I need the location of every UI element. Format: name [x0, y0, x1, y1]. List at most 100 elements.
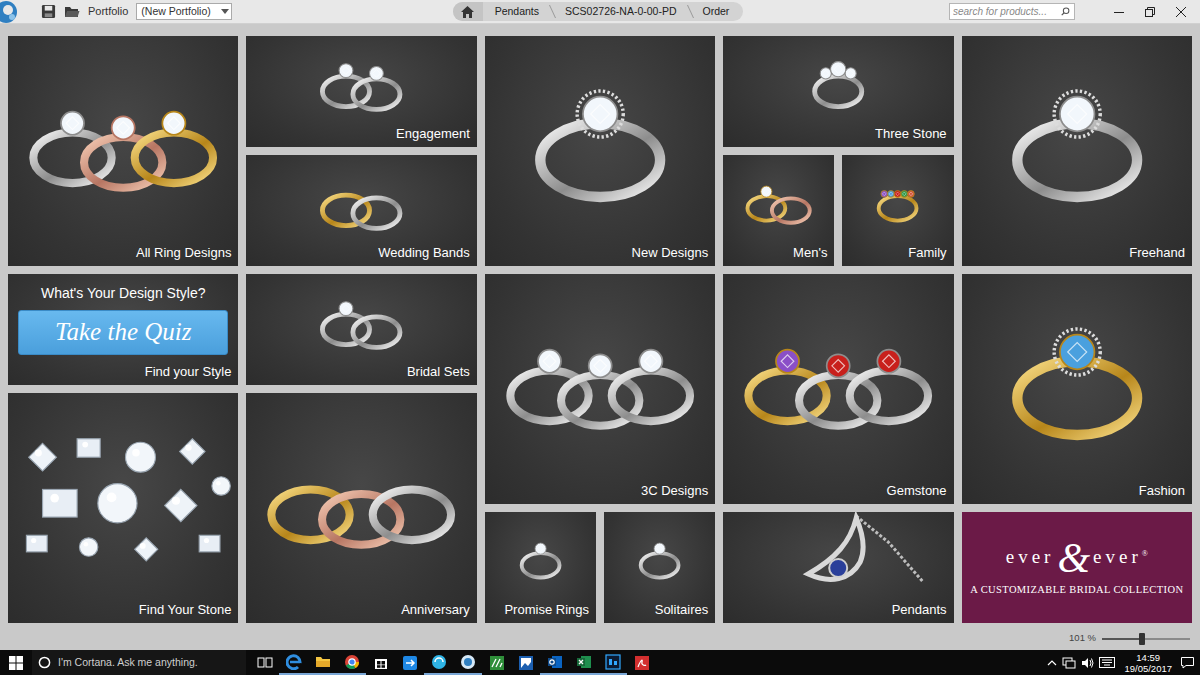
- ring-image: [485, 274, 715, 483]
- tile-label: Men's: [723, 245, 834, 266]
- taskbar-app[interactable]: [424, 650, 453, 675]
- image-app-icon: [518, 655, 534, 671]
- volume-icon[interactable]: [1081, 657, 1094, 669]
- brand-tile[interactable]: ever&ever®A CUSTOMIZABLE BRIDAL COLLECTI…: [962, 512, 1192, 623]
- category-tile[interactable]: Engagement: [246, 36, 476, 147]
- category-tile[interactable]: New Designs: [485, 36, 715, 266]
- store-icon: [373, 655, 389, 671]
- take-quiz-button[interactable]: Take the Quiz: [18, 310, 228, 355]
- category-tile[interactable]: Promise Rings: [485, 512, 596, 623]
- ring-image: [246, 155, 476, 245]
- photoshop-icon: [605, 654, 621, 670]
- tile-label: Find Your Stone: [8, 602, 238, 623]
- quiz-tile[interactable]: What's Your Design Style?Take the QuizFi…: [8, 274, 238, 385]
- tile-label: Three Stone: [723, 126, 953, 147]
- category-tile[interactable]: All Ring Designs: [8, 36, 238, 266]
- ring-image: [723, 155, 834, 245]
- tile-label: Pendants: [723, 602, 953, 623]
- category-tile[interactable]: Find Your Stone: [8, 393, 238, 623]
- breadcrumb-item[interactable]: Pendants: [483, 2, 553, 21]
- folder-icon: [64, 5, 80, 19]
- taskbar-app[interactable]: [250, 650, 279, 675]
- taskbar-app[interactable]: [308, 650, 337, 675]
- chrome-icon: [344, 654, 360, 670]
- taskbar-app[interactable]: [279, 650, 308, 675]
- search-box: [949, 3, 1075, 20]
- breadcrumb-item[interactable]: Order: [691, 2, 744, 21]
- portfolio-select[interactable]: (New Portfolio): [136, 3, 232, 21]
- close-button[interactable]: [1165, 1, 1196, 23]
- ring-image: [246, 393, 476, 602]
- tile-label: Find your Style: [8, 364, 238, 385]
- zoom-slider[interactable]: [1102, 638, 1190, 640]
- ring-image: [246, 36, 476, 126]
- search-input[interactable]: [950, 4, 1061, 19]
- save-button[interactable]: [38, 2, 58, 22]
- close-icon: [1176, 7, 1186, 17]
- minimize-icon: [1114, 7, 1124, 17]
- clock-time: 14:59: [1124, 652, 1172, 663]
- zoom-reading: 101 %: [1069, 631, 1096, 645]
- countersketch-icon: [460, 654, 476, 670]
- search-icon[interactable]: [1061, 6, 1070, 17]
- spacer: [8, 355, 238, 364]
- network-icon[interactable]: [1062, 657, 1076, 669]
- tile-label: Engagement: [246, 126, 476, 147]
- taskbar-app[interactable]: [337, 650, 366, 675]
- clock[interactable]: 14:5919/05/2017: [1120, 652, 1176, 674]
- category-tile[interactable]: Fashion: [962, 274, 1192, 504]
- taskbar-app[interactable]: [540, 650, 569, 675]
- portfolio-value: (New Portfolio): [141, 4, 210, 20]
- minimize-button[interactable]: [1103, 1, 1134, 23]
- category-tile[interactable]: Solitaires: [604, 512, 715, 623]
- taskbar-app[interactable]: [482, 650, 511, 675]
- tile-label: Promise Rings: [485, 602, 596, 623]
- breadcrumb: PendantsSCS02726-NA-0-00-PDOrder: [453, 2, 744, 21]
- category-tile[interactable]: Anniversary: [246, 393, 476, 623]
- brand-logo: ever&ever®: [1006, 538, 1148, 578]
- taskbar-app[interactable]: [395, 650, 424, 675]
- category-tile[interactable]: Three Stone: [723, 36, 953, 147]
- show-hidden-icons-icon[interactable]: [1047, 658, 1057, 668]
- green-app-icon: [489, 655, 505, 671]
- category-tile[interactable]: 3C Designs: [485, 274, 715, 504]
- tile-label: Anniversary: [246, 602, 476, 623]
- taskbar-app[interactable]: [511, 650, 540, 675]
- brand-word: ever: [1006, 543, 1055, 572]
- taskbar-app[interactable]: [366, 650, 395, 675]
- taskbar-app[interactable]: [569, 650, 598, 675]
- category-tile[interactable]: Wedding Bands: [246, 155, 476, 266]
- windows-logo-icon: [9, 656, 23, 670]
- keyboard-icon[interactable]: [1099, 657, 1115, 668]
- tile-label: Gemstone: [723, 483, 953, 504]
- open-button[interactable]: [62, 2, 82, 22]
- zoom-fill: [1102, 638, 1142, 640]
- category-tile[interactable]: Men's: [723, 155, 834, 266]
- home-button[interactable]: [453, 2, 483, 21]
- taskbar-app[interactable]: [627, 650, 656, 675]
- breadcrumb-item[interactable]: SCS02726-NA-0-00-PD: [553, 2, 690, 21]
- brand-word: ever: [1093, 543, 1142, 572]
- tile-label: Fashion: [962, 483, 1192, 504]
- taskbar-app[interactable]: [453, 650, 482, 675]
- app-logo-icon[interactable]: [0, 0, 30, 24]
- task-view-icon: [257, 655, 273, 671]
- save-icon: [41, 4, 56, 19]
- category-tile[interactable]: Gemstone: [723, 274, 953, 504]
- cortana-search[interactable]: I'm Cortana. Ask me anything.: [32, 650, 246, 675]
- tile-label: Freehand: [962, 245, 1192, 266]
- acrobat-icon: [634, 655, 650, 671]
- taskbar-app[interactable]: [598, 650, 627, 675]
- category-tile[interactable]: Family: [842, 155, 953, 266]
- category-tile[interactable]: Pendants: [723, 512, 953, 623]
- tile-label: All Ring Designs: [8, 245, 238, 266]
- category-tile[interactable]: Bridal Sets: [246, 274, 476, 385]
- category-tile[interactable]: Freehand: [962, 36, 1192, 266]
- portfolio-label: Portfolio: [88, 3, 128, 20]
- toolbar-right: [743, 1, 1196, 23]
- restore-button[interactable]: [1134, 1, 1165, 23]
- zoom-thumb[interactable]: [1139, 633, 1145, 645]
- stones-image: [8, 393, 238, 602]
- start-button[interactable]: [0, 650, 32, 675]
- notifications-icon[interactable]: [1181, 657, 1194, 669]
